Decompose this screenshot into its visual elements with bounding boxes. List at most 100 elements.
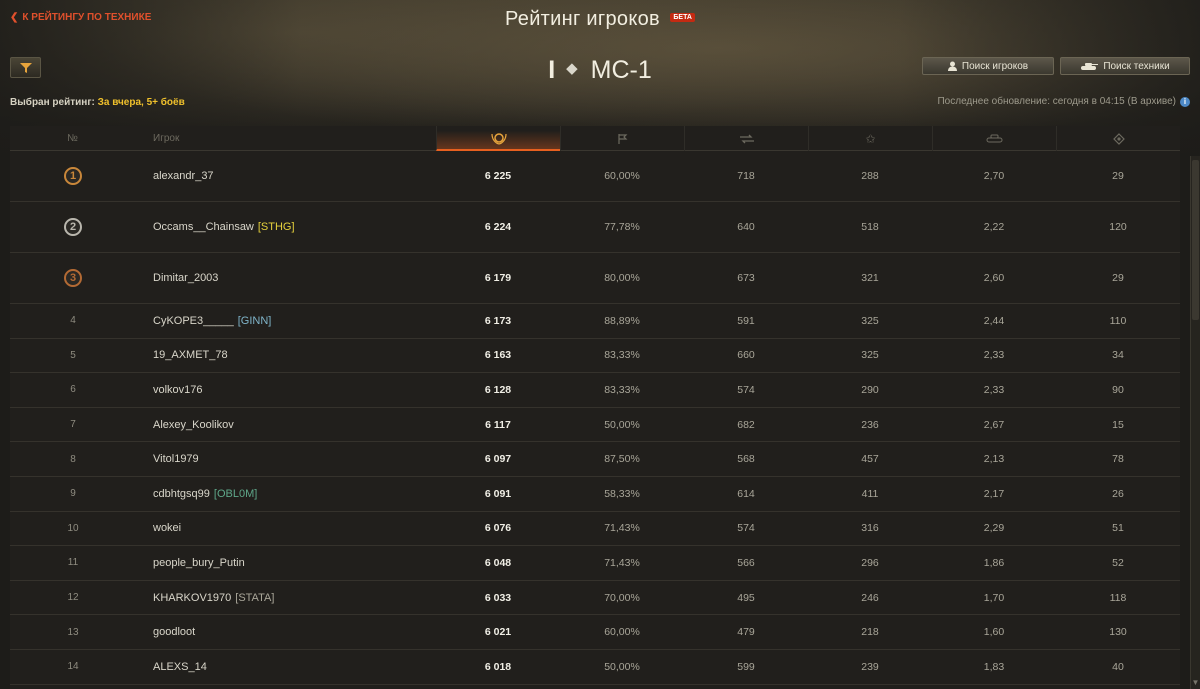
clan-tag-link[interactable]: [STHG] bbox=[258, 221, 295, 233]
tank-icon bbox=[986, 134, 1002, 143]
damage-cell: 682 bbox=[737, 418, 755, 431]
page-title-container: Рейтинг игроков БЕТА bbox=[0, 8, 1200, 31]
damage-cell: 574 bbox=[737, 522, 755, 535]
xp-cell: 290 bbox=[861, 383, 879, 396]
battles-cell: 29 bbox=[1112, 170, 1124, 182]
player-cell: CyKOPE3_____ [GINN] bbox=[153, 304, 271, 338]
column-header-damage[interactable] bbox=[684, 126, 808, 151]
winrate-cell: 50,00% bbox=[604, 660, 640, 673]
page-title: Рейтинг игроков bbox=[505, 8, 660, 30]
frags-cell: 2,33 bbox=[983, 349, 1005, 362]
frags-cell: 1,83 bbox=[983, 660, 1005, 673]
winrate-cell: 80,00% bbox=[604, 272, 640, 284]
rank-cell: 5 bbox=[50, 339, 96, 373]
table-row[interactable]: 12 KHARKOV1970 [STATA] 6 033 70,00% 495 246 1,7… bbox=[10, 581, 1180, 616]
rank-number: 8 bbox=[70, 453, 76, 465]
battles-cell: 26 bbox=[1112, 487, 1124, 500]
score-cell: 6 117 bbox=[485, 418, 511, 431]
battles-cell: 110 bbox=[1109, 314, 1127, 327]
player-cell: Dimitar_2003 bbox=[153, 253, 218, 303]
clan-tag-link[interactable]: [STATA] bbox=[235, 592, 274, 604]
player-cell: wokei bbox=[153, 512, 181, 546]
player-cell: Alexey_Koolikov bbox=[153, 408, 234, 442]
rank-medal-icon: 1 bbox=[64, 167, 82, 185]
player-name-link[interactable]: goodloot bbox=[153, 626, 195, 638]
selected-rating-value[interactable]: За вчера, 5+ боёв bbox=[98, 97, 185, 108]
xp-cell: 518 bbox=[861, 221, 879, 233]
light-tank-icon: ◆ bbox=[566, 60, 578, 78]
battles-cell: 78 bbox=[1112, 453, 1124, 466]
player-name-link[interactable]: CyKOPE3_____ bbox=[153, 315, 234, 327]
search-vehicles-button[interactable]: Поиск техники bbox=[1060, 57, 1190, 75]
column-header-xp[interactable]: ✩ bbox=[808, 126, 932, 151]
battles-cell: 118 bbox=[1109, 591, 1127, 604]
rank-cell: 8 bbox=[50, 442, 96, 476]
clan-tag-link[interactable]: [GINN] bbox=[238, 315, 272, 327]
rank-number: 12 bbox=[67, 592, 79, 604]
table-row[interactable]: 13 goodloot 6 021 60,00% 479 218 1,60 130 bbox=[10, 615, 1180, 650]
frags-cell: 2,29 bbox=[983, 522, 1005, 535]
info-icon[interactable]: i bbox=[1180, 96, 1190, 107]
table-row[interactable]: 9 cdbhtgsq99 [OBL0M] 6 091 58,33% 614 411 2,17 2… bbox=[10, 477, 1180, 512]
table-scrollbar[interactable]: ▼ bbox=[1190, 156, 1200, 689]
player-name-link[interactable]: people_bury_Putin bbox=[153, 557, 245, 569]
player-name-link[interactable]: Alexey_Koolikov bbox=[153, 419, 234, 431]
damage-icon bbox=[739, 134, 754, 143]
table-row[interactable]: 4 CyKOPE3_____ [GINN] 6 173 88,89% 591 325 2,44… bbox=[10, 304, 1180, 339]
table-row[interactable]: 10 wokei 6 076 71,43% 574 316 2,29 51 bbox=[10, 512, 1180, 547]
player-cell: volkov176 bbox=[153, 373, 203, 407]
score-cell: 6 163 bbox=[484, 349, 512, 362]
table-row[interactable]: 7 Alexey_Koolikov 6 117 50,00% 682 236 2,67 15 bbox=[10, 408, 1180, 443]
vehicle-tier: I bbox=[548, 56, 556, 84]
score-cell: 6 225 bbox=[484, 170, 512, 182]
search-vehicles-label: Поиск техники bbox=[1103, 60, 1170, 72]
battles-cell: 34 bbox=[1112, 349, 1124, 362]
column-header-frags[interactable] bbox=[932, 126, 1056, 151]
player-name-link[interactable]: ALEXS_14 bbox=[153, 661, 207, 673]
winrate-cell: 88,89% bbox=[604, 314, 640, 327]
rank-cell: 2 bbox=[50, 202, 96, 252]
scroll-down-arrow-icon[interactable]: ▼ bbox=[1191, 678, 1200, 687]
search-players-button[interactable]: Поиск игроков bbox=[922, 57, 1054, 75]
score-cell: 6 048 bbox=[484, 556, 512, 569]
table-row[interactable]: 5 19_AXMET_78 6 163 83,33% 660 325 2,33 34 bbox=[10, 339, 1180, 374]
scrollbar-thumb[interactable] bbox=[1192, 160, 1199, 320]
table-header: № Игрок ✩ bbox=[10, 126, 1180, 151]
rank-cell: 10 bbox=[50, 512, 96, 546]
rank-number: 4 bbox=[70, 315, 76, 327]
xp-cell: 239 bbox=[861, 660, 879, 673]
player-name-link[interactable]: Vitol1979 bbox=[153, 453, 199, 465]
column-header-rank: № bbox=[67, 133, 78, 144]
table-row[interactable]: 14 ALEXS_14 6 018 50,00% 599 239 1,83 40 bbox=[10, 650, 1180, 685]
player-name-link[interactable]: alexandr_37 bbox=[153, 170, 214, 182]
table-row[interactable]: 3 Dimitar_2003 6 179 80,00% 673 321 2,60 29 bbox=[10, 253, 1180, 304]
rank-cell: 4 bbox=[50, 304, 96, 338]
column-header-score[interactable] bbox=[436, 126, 560, 151]
player-name-link[interactable]: cdbhtgsq99 bbox=[153, 488, 210, 500]
player-name-link[interactable]: volkov176 bbox=[153, 384, 203, 396]
battles-cell: 130 bbox=[1109, 626, 1127, 639]
rank-number: 11 bbox=[67, 557, 79, 569]
player-cell: goodloot bbox=[153, 615, 195, 649]
table-row[interactable]: 1 alexandr_37 6 225 60,00% 718 288 2,70 29 bbox=[10, 151, 1180, 202]
clan-tag-link[interactable]: [OBL0M] bbox=[214, 488, 257, 500]
rank-cell: 6 bbox=[50, 373, 96, 407]
battles-cell: 29 bbox=[1112, 272, 1124, 284]
player-name-link[interactable]: Occams__Chainsaw bbox=[153, 221, 254, 233]
table-row[interactable]: 2 Occams__Chainsaw [STHG] 6 224 77,78% 640 518… bbox=[10, 202, 1180, 253]
player-name-link[interactable]: 19_AXMET_78 bbox=[153, 349, 228, 361]
xp-cell: 236 bbox=[861, 418, 879, 431]
rank-cell: 9 bbox=[50, 477, 96, 511]
player-name-link[interactable]: Dimitar_2003 bbox=[153, 272, 218, 284]
damage-cell: 495 bbox=[737, 591, 755, 604]
damage-cell: 614 bbox=[737, 487, 755, 500]
player-name-link[interactable]: KHARKOV1970 bbox=[153, 592, 231, 604]
column-header-winrate[interactable] bbox=[560, 126, 684, 151]
player-name-link[interactable]: wokei bbox=[153, 522, 181, 534]
table-row[interactable]: 8 Vitol1979 6 097 87,50% 568 457 2,13 78 bbox=[10, 442, 1180, 477]
table-row[interactable]: 11 people_bury_Putin 6 048 71,43% 566 296 1,86… bbox=[10, 546, 1180, 581]
column-header-battles[interactable] bbox=[1056, 126, 1180, 151]
flag-icon bbox=[617, 133, 627, 144]
player-cell: ALEXS_14 bbox=[153, 650, 207, 684]
table-row[interactable]: 6 volkov176 6 128 83,33% 574 290 2,33 90 bbox=[10, 373, 1180, 408]
